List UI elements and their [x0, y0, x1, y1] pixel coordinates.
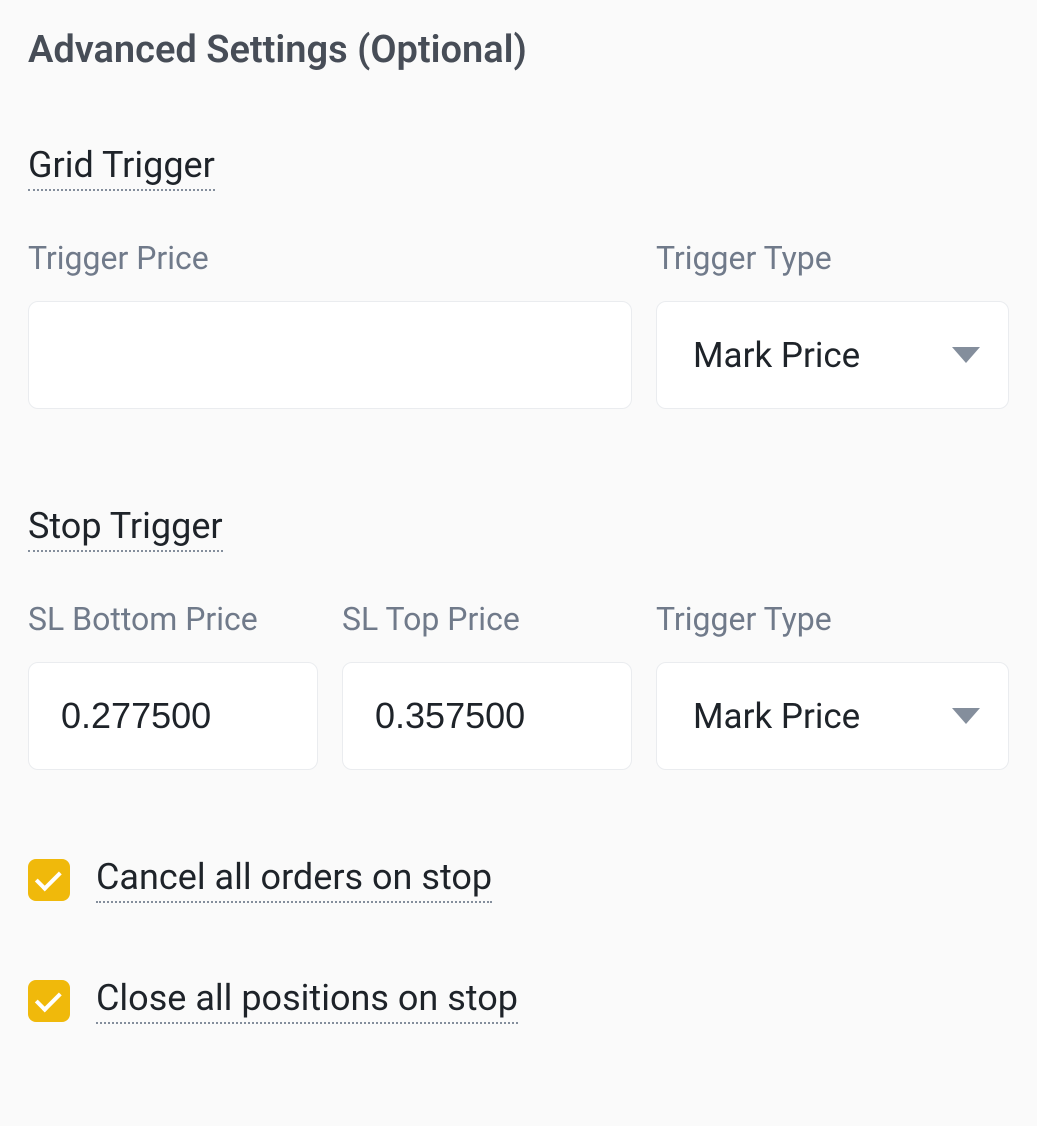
sl-top-label: SL Top Price	[342, 600, 632, 638]
cancel-orders-checkbox[interactable]	[28, 859, 70, 901]
stop-trigger-type-label: Trigger Type	[656, 600, 1009, 638]
stop-trigger-section: Stop Trigger SL Bottom Price SL Top Pric…	[28, 505, 1009, 770]
check-icon	[35, 985, 62, 1012]
stop-trigger-type-value: Mark Price	[693, 696, 860, 737]
trigger-price-label: Trigger Price	[28, 239, 632, 277]
grid-trigger-type-select[interactable]: Mark Price	[656, 301, 1009, 409]
sl-bottom-input[interactable]	[28, 662, 318, 770]
close-positions-row: Close all positions on stop	[28, 977, 1009, 1024]
stop-trigger-type-group: Trigger Type Mark Price	[656, 600, 1009, 770]
grid-trigger-type-label: Trigger Type	[656, 239, 1009, 277]
cancel-orders-row: Cancel all orders on stop	[28, 856, 1009, 903]
page-heading: Advanced Settings (Optional)	[28, 28, 1009, 72]
sl-bottom-group: SL Bottom Price	[28, 600, 318, 770]
check-icon	[35, 864, 62, 891]
trigger-price-group: Trigger Price	[28, 239, 632, 409]
sl-bottom-label: SL Bottom Price	[28, 600, 318, 638]
chevron-down-icon	[952, 347, 980, 363]
grid-trigger-title: Grid Trigger	[28, 144, 215, 191]
close-positions-label[interactable]: Close all positions on stop	[96, 977, 518, 1024]
grid-trigger-type-group: Trigger Type Mark Price	[656, 239, 1009, 409]
grid-trigger-section: Grid Trigger Trigger Price Trigger Type …	[28, 144, 1009, 409]
cancel-orders-label[interactable]: Cancel all orders on stop	[96, 856, 492, 903]
sl-top-group: SL Top Price	[342, 600, 632, 770]
stop-trigger-title: Stop Trigger	[28, 505, 223, 552]
close-positions-checkbox[interactable]	[28, 980, 70, 1022]
stop-trigger-type-select[interactable]: Mark Price	[656, 662, 1009, 770]
chevron-down-icon	[952, 708, 980, 724]
sl-top-input[interactable]	[342, 662, 632, 770]
grid-trigger-type-value: Mark Price	[693, 335, 860, 376]
trigger-price-input[interactable]	[28, 301, 632, 409]
